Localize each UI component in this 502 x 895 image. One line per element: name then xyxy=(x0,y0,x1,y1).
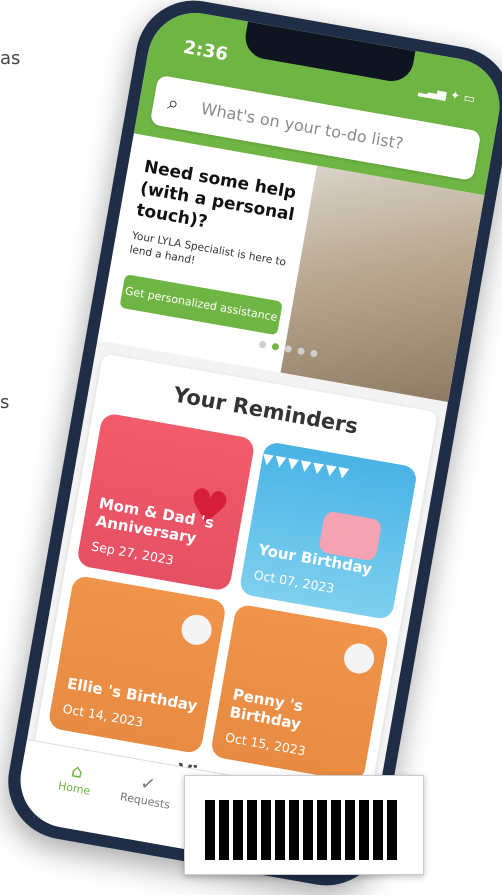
search-placeholder: What's on your to-do list? xyxy=(199,98,405,153)
fishbowl-icon xyxy=(179,612,214,648)
carousel-dot[interactable] xyxy=(284,344,293,354)
edge-text-top: as xyxy=(0,48,21,69)
fishbowl-icon xyxy=(341,641,377,676)
reminders-grid: ♥ Mom & Dad 's Anniversary Sep 27, 2023 … xyxy=(47,412,419,783)
carousel-dot[interactable] xyxy=(309,349,318,358)
carousel-dot[interactable] xyxy=(258,340,267,349)
status-time: 2:36 xyxy=(181,36,230,66)
phone-screen: 2:36 ▂▃▅ ✦ ▭ ⌕ What's on your to-do list… xyxy=(12,5,502,881)
reminder-date: Oct 14, 2023 xyxy=(61,700,145,730)
carousel-dot-active[interactable] xyxy=(271,342,280,351)
promo-text: Need some help (with a personal touch)? … xyxy=(119,156,313,337)
reminder-card-anniversary[interactable]: ♥ Mom & Dad 's Anniversary Sep 27, 2023 xyxy=(76,412,256,592)
edge-text-left: s xyxy=(0,392,10,413)
phone-mockup: 2:36 ▂▃▅ ✦ ▭ ⌕ What's on your to-do list… xyxy=(0,0,502,895)
bunting-icon: ▼▼▼▼▼▼▼ xyxy=(260,450,352,483)
search-icon: ⌕ xyxy=(165,89,181,116)
status-icons: ▂▃▅ ✦ ▭ xyxy=(417,82,477,107)
tab-home[interactable]: ⌂ Home xyxy=(39,755,114,801)
qr-code xyxy=(184,775,424,875)
reminder-card-penny-birthday[interactable]: Penny 's Birthday Oct 15, 2023 xyxy=(209,603,390,783)
promo-photo xyxy=(280,165,485,403)
reminder-card-your-birthday[interactable]: ▼▼▼▼▼▼▼ Your Birthday Oct 07, 2023 xyxy=(238,440,419,621)
carousel-dot[interactable] xyxy=(297,347,306,356)
reminder-date: Oct 07, 2023 xyxy=(252,567,336,596)
reminder-date: Oct 15, 2023 xyxy=(224,729,307,759)
tab-requests[interactable]: ✓ Requests xyxy=(109,768,184,814)
reminder-card-ellie-birthday[interactable]: Ellie 's Birthday Oct 14, 2023 xyxy=(47,574,227,755)
get-assistance-button[interactable]: Get personalized assistance xyxy=(119,274,283,336)
reminder-date: Sep 27, 2023 xyxy=(90,538,175,568)
qr-pattern xyxy=(205,800,401,860)
